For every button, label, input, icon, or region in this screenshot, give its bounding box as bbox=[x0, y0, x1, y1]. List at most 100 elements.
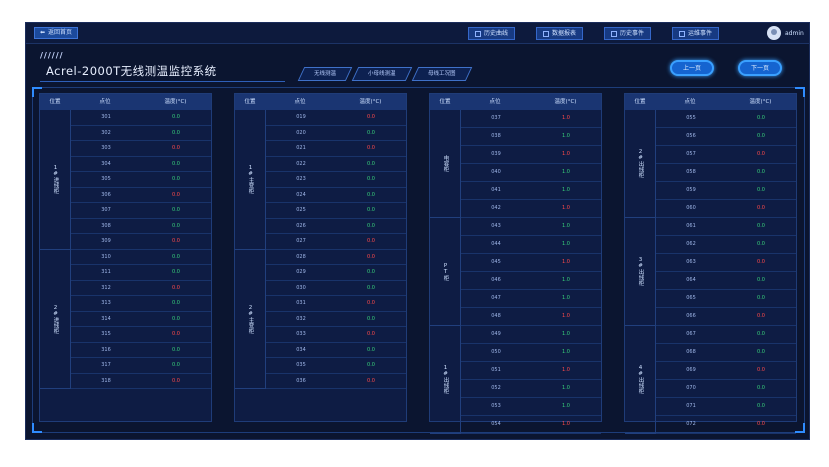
table-row[interactable]: 039 1.0 bbox=[461, 146, 601, 164]
table-row[interactable]: 058 0.0 bbox=[656, 164, 796, 182]
location-cell: 1#出线柜 bbox=[430, 326, 460, 434]
point-id: 066 bbox=[686, 313, 696, 319]
table-row[interactable]: 068 0.0 bbox=[656, 344, 796, 362]
table-row[interactable]: 063 0.0 bbox=[656, 254, 796, 272]
table-row[interactable]: 030 0.0 bbox=[266, 281, 406, 296]
table-row[interactable]: 026 0.0 bbox=[266, 219, 406, 234]
table-row[interactable]: 032 0.0 bbox=[266, 312, 406, 327]
temperature-value: 0.0 bbox=[757, 295, 765, 301]
title-stripes: ////// bbox=[40, 51, 64, 60]
table-row[interactable]: 042 1.0 bbox=[461, 200, 601, 218]
table-row[interactable]: 049 1.0 bbox=[461, 326, 601, 344]
table-row[interactable]: 304 0.0 bbox=[71, 157, 211, 172]
table-row[interactable]: 050 1.0 bbox=[461, 344, 601, 362]
point-id: 308 bbox=[101, 222, 111, 229]
table-row[interactable]: 029 0.0 bbox=[266, 265, 406, 281]
table-row[interactable]: 054 1.0 bbox=[461, 416, 601, 434]
table-row[interactable]: 301 0.0 bbox=[71, 110, 211, 126]
table-row[interactable]: 020 0.0 bbox=[266, 126, 406, 141]
data-report-button[interactable]: 数据报表 bbox=[536, 27, 584, 40]
table-row[interactable]: 036 0.0 bbox=[266, 374, 406, 389]
tab-busbar-status[interactable]: 母线工况图 bbox=[411, 67, 472, 81]
table-row[interactable]: 040 1.0 bbox=[461, 164, 601, 182]
column-header-point: 点位 bbox=[684, 99, 696, 105]
table-row[interactable]: 072 0.0 bbox=[656, 416, 796, 434]
maintenance-event-button[interactable]: 运维事件 bbox=[672, 27, 720, 40]
back-home-button[interactable]: ⬅ 返回首页 bbox=[34, 27, 79, 39]
table-row[interactable]: 313 0.0 bbox=[71, 296, 211, 312]
table-row[interactable]: 310 0.0 bbox=[71, 250, 211, 265]
table-row[interactable]: 035 0.0 bbox=[266, 358, 406, 374]
table-row[interactable]: 044 1.0 bbox=[461, 236, 601, 254]
title-divider bbox=[40, 81, 285, 82]
table-row[interactable]: 023 0.0 bbox=[266, 172, 406, 188]
user-menu[interactable]: admin bbox=[767, 26, 804, 40]
table-row[interactable]: 031 0.0 bbox=[266, 296, 406, 312]
table-row[interactable]: 306 0.0 bbox=[71, 188, 211, 203]
table-row[interactable]: 314 0.0 bbox=[71, 312, 211, 327]
table-row[interactable]: 315 0.0 bbox=[71, 327, 211, 343]
table-row[interactable]: 045 1.0 bbox=[461, 254, 601, 272]
table-row[interactable]: 067 0.0 bbox=[656, 326, 796, 344]
table-row[interactable]: 064 0.0 bbox=[656, 272, 796, 290]
table-row[interactable]: 022 0.0 bbox=[266, 157, 406, 172]
table-row[interactable]: 305 0.0 bbox=[71, 172, 211, 188]
table-row[interactable]: 309 0.0 bbox=[71, 234, 211, 250]
table-row[interactable]: 024 0.0 bbox=[266, 188, 406, 203]
table-row[interactable]: 056 0.0 bbox=[656, 128, 796, 146]
next-page-button[interactable]: 下一页 bbox=[738, 60, 782, 76]
table-row[interactable]: 051 1.0 bbox=[461, 362, 601, 380]
temperature-value: 1.0 bbox=[562, 169, 570, 175]
table-row[interactable]: 037 1.0 bbox=[461, 110, 601, 128]
table-row[interactable]: 033 0.0 bbox=[266, 327, 406, 343]
table-row[interactable]: 312 0.0 bbox=[71, 281, 211, 296]
table-row[interactable]: 021 0.0 bbox=[266, 141, 406, 157]
table-row[interactable]: 065 0.0 bbox=[656, 290, 796, 308]
table-row[interactable]: 055 0.0 bbox=[656, 110, 796, 128]
table-row[interactable]: 303 0.0 bbox=[71, 141, 211, 157]
table-row[interactable]: 070 0.0 bbox=[656, 380, 796, 398]
tab-small-busbar-temp[interactable]: 小母线测温 bbox=[351, 67, 412, 81]
table-row[interactable]: 307 0.0 bbox=[71, 203, 211, 219]
history-event-label: 历史事件 bbox=[620, 30, 645, 37]
point-id: 061 bbox=[686, 223, 696, 229]
table-row[interactable]: 061 0.0 bbox=[656, 218, 796, 236]
location-cell: 1#进线柜 bbox=[40, 110, 70, 250]
table-row[interactable]: 317 0.0 bbox=[71, 358, 211, 374]
table-row[interactable]: 059 0.0 bbox=[656, 182, 796, 200]
table-row[interactable]: 047 1.0 bbox=[461, 290, 601, 308]
table-row[interactable]: 308 0.0 bbox=[71, 219, 211, 234]
table-row[interactable]: 318 0.0 bbox=[71, 374, 211, 389]
table-row[interactable]: 302 0.0 bbox=[71, 126, 211, 141]
column-header-temp: 温度(°C) bbox=[554, 99, 577, 105]
table-row[interactable]: 038 1.0 bbox=[461, 128, 601, 146]
table-row[interactable]: 062 0.0 bbox=[656, 236, 796, 254]
view-tabs: 无线测温 小母线测温 母线工况图 bbox=[297, 67, 472, 81]
prev-page-button[interactable]: 上一页 bbox=[670, 60, 714, 76]
table-row[interactable]: 019 0.0 bbox=[266, 110, 406, 126]
table-row[interactable]: 028 0.0 bbox=[266, 250, 406, 265]
table-row[interactable]: 025 0.0 bbox=[266, 203, 406, 219]
table-row[interactable]: 053 1.0 bbox=[461, 398, 601, 416]
tab-wireless-temp[interactable]: 无线测温 bbox=[297, 67, 353, 81]
point-id: 043 bbox=[491, 223, 501, 229]
table-row[interactable]: 066 0.0 bbox=[656, 308, 796, 326]
table-row[interactable]: 316 0.0 bbox=[71, 343, 211, 358]
table-row[interactable]: 052 1.0 bbox=[461, 380, 601, 398]
history-curve-button[interactable]: 历史曲线 bbox=[468, 27, 516, 40]
table-row[interactable]: 071 0.0 bbox=[656, 398, 796, 416]
history-event-button[interactable]: 历史事件 bbox=[604, 27, 652, 40]
table-row[interactable]: 311 0.0 bbox=[71, 265, 211, 281]
table-row[interactable]: 048 1.0 bbox=[461, 308, 601, 326]
table-row[interactable]: 069 0.0 bbox=[656, 362, 796, 380]
table-row[interactable]: 046 1.0 bbox=[461, 272, 601, 290]
table-row[interactable]: 060 0.0 bbox=[656, 200, 796, 218]
table-row[interactable]: 043 1.0 bbox=[461, 218, 601, 236]
temperature-value: 0.0 bbox=[172, 269, 180, 275]
point-id: 057 bbox=[686, 151, 696, 157]
table-row[interactable]: 027 0.0 bbox=[266, 234, 406, 250]
table-row[interactable]: 041 1.0 bbox=[461, 182, 601, 200]
table-row[interactable]: 057 0.0 bbox=[656, 146, 796, 164]
temperature-value: 1.0 bbox=[562, 259, 570, 265]
table-row[interactable]: 034 0.0 bbox=[266, 343, 406, 358]
